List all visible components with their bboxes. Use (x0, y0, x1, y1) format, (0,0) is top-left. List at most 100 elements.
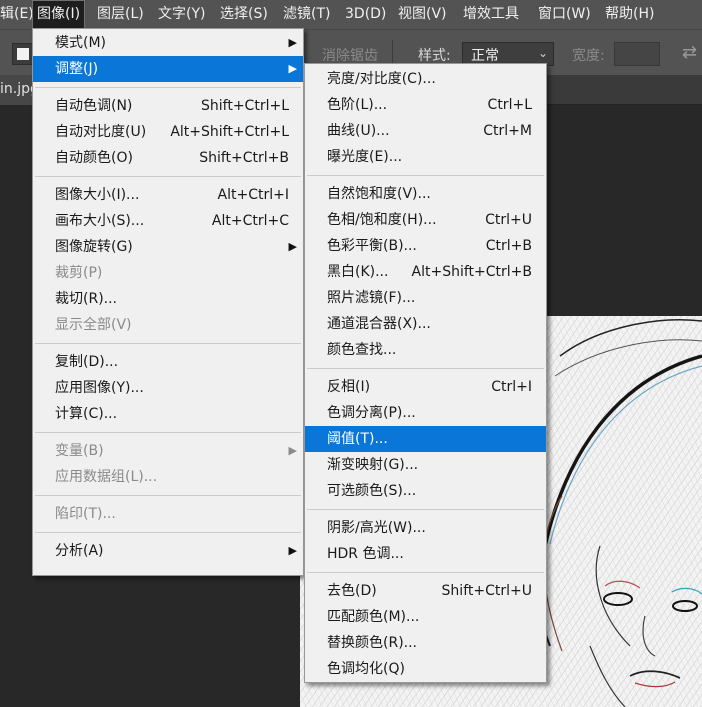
menu-item-label: 自动对比度(U) (55, 124, 147, 140)
menu-separator (305, 567, 546, 578)
width-input[interactable] (614, 42, 660, 66)
menu-item-label: 复制(D)... (55, 354, 119, 370)
menu-item-shortcut: Alt+Shift+Ctrl+L (170, 124, 289, 140)
menu-item-label: 计算(C)... (55, 406, 118, 422)
menu-help[interactable]: 帮助(H) (605, 0, 654, 29)
menu-separator (33, 82, 303, 93)
menu-item-label: 应用数据组(L)... (55, 469, 158, 485)
menu-separator (305, 504, 546, 515)
menu-item-label: 通道混合器(X)... (327, 316, 431, 332)
menu-item-label: 显示全部(V) (55, 317, 132, 333)
image-menu-item-11[interactable]: 裁切(R)... (33, 286, 303, 312)
adjust-menu-item-6[interactable]: 色相/饱和度(H)... Ctrl+U (305, 207, 546, 233)
menu-item-label: 图像旋转(G) (55, 239, 133, 255)
image-menu-item-14[interactable]: 复制(D)... (33, 349, 303, 375)
menu-layer[interactable]: 图层(L) (97, 0, 144, 29)
menu-separator (33, 338, 303, 349)
swap-icon[interactable]: ⇄ (682, 42, 697, 63)
image-menu-item-7[interactable]: 图像大小(I)... Alt+Ctrl+I (33, 182, 303, 208)
image-menu-item-8[interactable]: 画布大小(S)... Alt+Ctrl+C (33, 208, 303, 234)
image-menu-item-3[interactable]: 自动色调(N) Shift+Ctrl+L (33, 93, 303, 119)
menu-separator (33, 427, 303, 438)
menu-item-label: 去色(D) (327, 583, 377, 599)
image-menu-item-4[interactable]: 自动对比度(U) Alt+Shift+Ctrl+L (33, 119, 303, 145)
menu-item-label: 分析(A) (55, 543, 104, 559)
chevron-right-icon: ▶ (288, 36, 297, 49)
menu-item-shortcut: Alt+Ctrl+I (217, 187, 289, 203)
menu-item-label: 替换颜色(R)... (327, 635, 418, 651)
image-menu-item-0[interactable]: 模式(M) ▶ (33, 30, 303, 56)
image-menu-item-1[interactable]: 调整(J) ▶ (33, 56, 303, 82)
menu-select[interactable]: 选择(S) (220, 0, 268, 29)
image-menu-item-10: 裁剪(P) (33, 260, 303, 286)
adjust-menu-item-13[interactable]: 反相(I) Ctrl+I (305, 374, 546, 400)
menu-item-shortcut: Alt+Shift+Ctrl+B (411, 264, 532, 280)
adjust-menu-item-0[interactable]: 亮度/对比度(C)... (305, 66, 546, 92)
menu-3d[interactable]: 3D(D) (345, 0, 386, 29)
adjust-menu-item-1[interactable]: 色阶(L)... Ctrl+L (305, 92, 546, 118)
menu-view[interactable]: 视图(V) (398, 0, 447, 29)
menu-item-label: 色调分离(P)... (327, 405, 416, 421)
adjust-menu-item-2[interactable]: 曲线(U)... Ctrl+M (305, 118, 546, 144)
menu-item-label: 曲线(U)... (327, 123, 390, 139)
style-label: 样式: (418, 48, 451, 64)
tool-preset-icon[interactable] (12, 43, 34, 65)
image-menu-item-9[interactable]: 图像旋转(G) ▶ (33, 234, 303, 260)
menu-edit[interactable]: 辑(E) (0, 0, 34, 29)
menu-item-label: 阴影/高光(W)... (327, 520, 426, 536)
adjust-menu-item-7[interactable]: 色彩平衡(B)... Ctrl+B (305, 233, 546, 259)
menu-item-label: 可选颜色(S)... (327, 483, 417, 499)
menu-item-shortcut: Shift+Ctrl+U (441, 583, 532, 599)
menu-item-label: 模式(M) (55, 35, 107, 51)
menu-item-shortcut: Ctrl+I (491, 379, 532, 395)
menu-separator (33, 171, 303, 182)
adjustments-submenu: 亮度/对比度(C)... 色阶(L)... Ctrl+L 曲线(U)... Ctrl+M… (304, 63, 547, 683)
image-menu-item-5[interactable]: 自动颜色(O) Shift+Ctrl+B (33, 145, 303, 171)
adjust-menu-item-10[interactable]: 通道混合器(X)... (305, 311, 546, 337)
image-menu-item-23[interactable]: 分析(A) ▶ (33, 538, 303, 564)
menu-item-label: 调整(J) (55, 61, 99, 77)
menu-item-label: 照片滤镜(F)... (327, 290, 416, 306)
adjust-menu-item-17[interactable]: 可选颜色(S)... (305, 478, 546, 504)
menu-item-shortcut: Shift+Ctrl+L (201, 98, 289, 114)
image-menu-item-15[interactable]: 应用图像(Y)... (33, 375, 303, 401)
image-menu-item-21: 陷印(T)... (33, 501, 303, 527)
menu-item-shortcut: Ctrl+L (487, 97, 532, 113)
adjust-menu-item-14[interactable]: 色调分离(P)... (305, 400, 546, 426)
adjust-menu-item-9[interactable]: 照片滤镜(F)... (305, 285, 546, 311)
adjust-menu-item-5[interactable]: 自然饱和度(V)... (305, 181, 546, 207)
image-menu-item-19: 应用数据组(L)... (33, 464, 303, 490)
image-menu-item-16[interactable]: 计算(C)... (33, 401, 303, 427)
adjust-menu-item-20[interactable]: HDR 色调... (305, 541, 546, 567)
menu-plugins[interactable]: 增效工具 (463, 0, 519, 29)
adjust-menu-item-3[interactable]: 曝光度(E)... (305, 144, 546, 170)
menu-item-label: 曝光度(E)... (327, 149, 403, 165)
adjust-menu-item-16[interactable]: 渐变映射(G)... (305, 452, 546, 478)
menu-item-label: 陷印(T)... (55, 506, 116, 522)
menu-item-label: 裁切(R)... (55, 291, 118, 307)
adjust-menu-item-19[interactable]: 阴影/高光(W)... (305, 515, 546, 541)
menu-item-label: 反相(I) (327, 379, 371, 395)
adjust-menu-item-15[interactable]: 阈值(T)... (305, 426, 546, 452)
menu-filter[interactable]: 滤镜(T) (283, 0, 330, 29)
menu-item-shortcut: Ctrl+M (483, 123, 532, 139)
adjust-menu-item-8[interactable]: 黑白(K)... Alt+Shift+Ctrl+B (305, 259, 546, 285)
adjust-menu-item-11[interactable]: 颜色查找... (305, 337, 546, 363)
menu-separator (33, 490, 303, 501)
menu-item-label: 渐变映射(G)... (327, 457, 419, 473)
menu-item-label: 阈值(T)... (327, 431, 388, 447)
antialias-label[interactable]: 消除锯齿 (322, 45, 378, 65)
menu-item-label: 自然饱和度(V)... (327, 186, 431, 202)
menu-item-label: 应用图像(Y)... (55, 380, 144, 396)
adjust-menu-item-25[interactable]: 色调均化(Q) (305, 656, 546, 682)
menu-image[interactable]: 图像(I) (32, 0, 86, 29)
menu-separator (305, 170, 546, 181)
adjust-menu-item-22[interactable]: 去色(D) Shift+Ctrl+U (305, 578, 546, 604)
menu-item-label: 亮度/对比度(C)... (327, 71, 436, 87)
menu-item-label: 自动色调(N) (55, 98, 133, 114)
adjust-menu-item-23[interactable]: 匹配颜色(M)... (305, 604, 546, 630)
adjust-menu-item-24[interactable]: 替换颜色(R)... (305, 630, 546, 656)
menu-window[interactable]: 窗口(W) (538, 0, 591, 29)
menu-type[interactable]: 文字(Y) (158, 0, 205, 29)
image-menu-item-12: 显示全部(V) (33, 312, 303, 338)
